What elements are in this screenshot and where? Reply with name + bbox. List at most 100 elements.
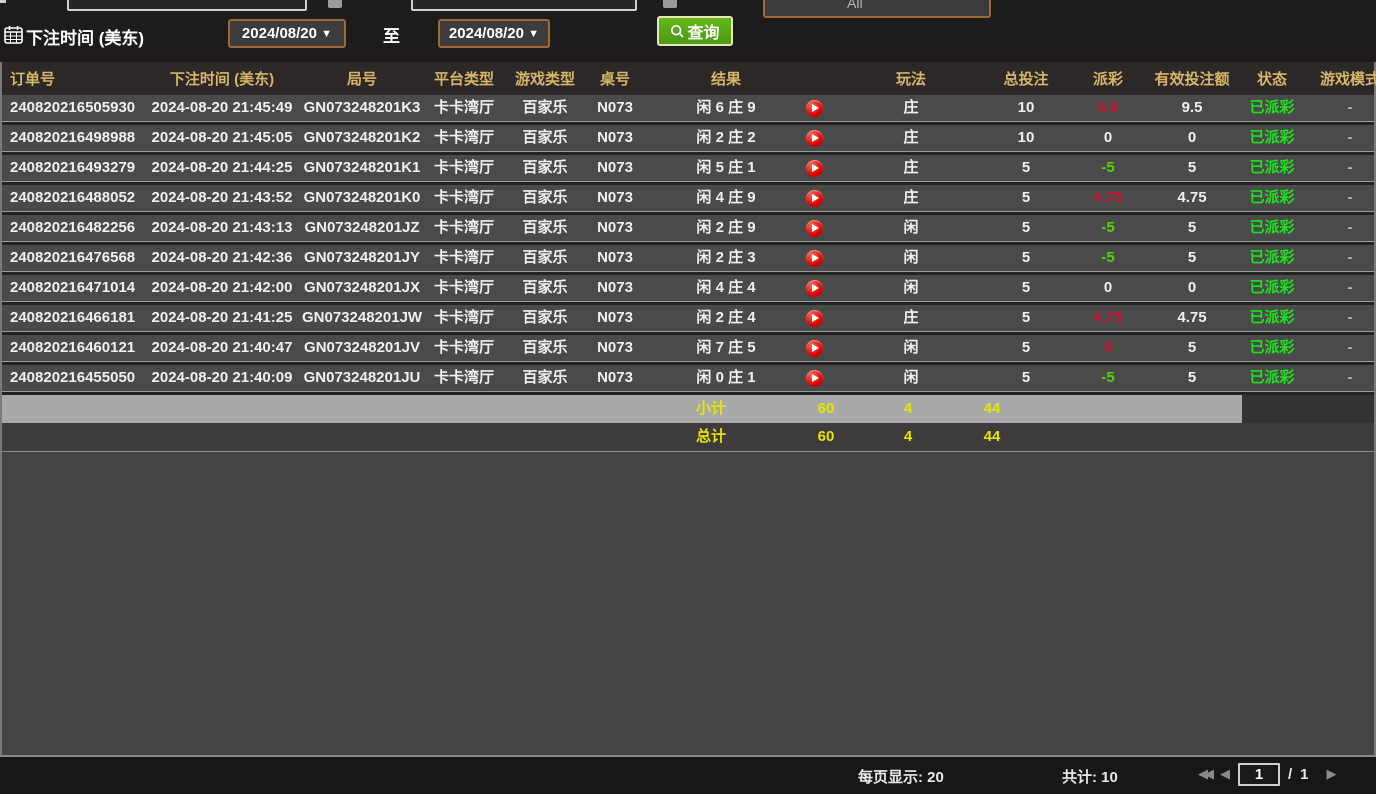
platform-type: 卡卡湾厅 (422, 335, 506, 361)
total-bet: 5 (976, 275, 1076, 301)
valid-bet: 0 (1140, 275, 1244, 301)
result-text: 闲 2 庄 4 (646, 305, 806, 331)
play-type: 庄 (846, 185, 976, 211)
payout: -5 (1076, 155, 1140, 181)
status-badge: 已派彩 (1244, 185, 1300, 211)
play-type: 闲 (846, 215, 976, 241)
total-bet: 5 (976, 245, 1076, 271)
table-row[interactable]: 240820216488052 2024-08-20 21:43:52 GN07… (2, 185, 1374, 215)
first-page-icon[interactable]: ◀◀ (1198, 762, 1210, 786)
search-icon (670, 24, 685, 39)
filter-input-2[interactable] (411, 0, 637, 11)
payout: -5 (1076, 245, 1140, 271)
result-text: 闲 6 庄 9 (646, 95, 806, 121)
valid-bet: 4.75 (1140, 305, 1244, 331)
play-video-icon[interactable] (806, 130, 823, 147)
valid-bet: 5 (1140, 215, 1244, 241)
result-text: 闲 0 庄 1 (646, 365, 806, 391)
order-number: 240820216460121 (2, 335, 142, 361)
subtotal-row: 小计 60 4 44 (2, 395, 1374, 423)
play-video-icon[interactable] (806, 160, 823, 177)
page-separator: / (1288, 766, 1292, 783)
play-video-icon[interactable] (806, 250, 823, 267)
bet-time: 2024-08-20 21:45:49 (142, 95, 302, 121)
play-video-icon[interactable] (806, 340, 823, 357)
round-number: GN073248201JY (302, 245, 422, 271)
status-badge: 已派彩 (1244, 155, 1300, 181)
query-button[interactable]: 查询 (657, 16, 733, 46)
total-total-bet: 60 (776, 424, 876, 450)
game-mode: - (1300, 95, 1376, 121)
play-video-icon[interactable] (806, 370, 823, 387)
table-number: N073 (584, 245, 646, 271)
prev-page-icon[interactable]: ◀ (1220, 762, 1230, 786)
column-header-3: 平台类型 (422, 68, 506, 89)
table-row[interactable]: 240820216476568 2024-08-20 21:42:36 GN07… (2, 245, 1374, 275)
platform-type: 卡卡湾厅 (422, 95, 506, 121)
table-row[interactable]: 240820216466181 2024-08-20 21:41:25 GN07… (2, 305, 1374, 335)
table-number: N073 (584, 185, 646, 211)
bet-time: 2024-08-20 21:42:00 (142, 275, 302, 301)
play-video-icon[interactable] (806, 100, 823, 117)
total-payout: 4 (876, 424, 940, 450)
table-number: N073 (584, 335, 646, 361)
page-number-input[interactable] (1238, 763, 1280, 786)
table-row[interactable]: 240820216455050 2024-08-20 21:40:09 GN07… (2, 365, 1374, 395)
bet-time: 2024-08-20 21:42:36 (142, 245, 302, 271)
column-header-6: 结果 (646, 68, 846, 89)
filter-input-1[interactable] (67, 0, 307, 11)
play-video-icon[interactable] (806, 310, 823, 327)
calendar-icon (4, 25, 23, 49)
bet-time: 2024-08-20 21:45:05 (142, 125, 302, 151)
table-row[interactable]: 240820216493279 2024-08-20 21:44:25 GN07… (2, 155, 1374, 185)
next-page-icon[interactable]: ▶ (1327, 762, 1337, 786)
chevron-down-icon: ▼ (528, 28, 539, 40)
calendar-small-icon[interactable] (328, 0, 342, 8)
table-number: N073 (584, 365, 646, 391)
play-video-icon[interactable] (806, 220, 823, 237)
table-row[interactable]: 240820216460121 2024-08-20 21:40:47 GN07… (2, 335, 1374, 365)
play-video-icon[interactable] (806, 280, 823, 297)
result-text: 闲 4 庄 9 (646, 185, 806, 211)
column-header-2: 局号 (302, 68, 422, 89)
column-header-1: 下注时间 (美东) (142, 68, 302, 89)
game-mode: - (1300, 245, 1376, 271)
game-type: 百家乐 (506, 215, 584, 241)
column-header-12: 游戏模式 (1300, 68, 1376, 89)
table-row[interactable]: 240820216505930 2024-08-20 21:45:49 GN07… (2, 95, 1374, 125)
table-row[interactable]: 240820216471014 2024-08-20 21:42:00 GN07… (2, 275, 1374, 305)
bet-time: 2024-08-20 21:40:09 (142, 365, 302, 391)
order-number: 240820216498988 (2, 125, 142, 151)
round-number: GN073248201JX (302, 275, 422, 301)
result-text: 闲 5 庄 1 (646, 155, 806, 181)
game-mode: - (1300, 185, 1376, 211)
order-number: 240820216488052 (2, 185, 142, 211)
game-type: 百家乐 (506, 95, 584, 121)
status-badge: 已派彩 (1244, 275, 1300, 301)
game-type: 百家乐 (506, 245, 584, 271)
chevron-down-icon: ▼ (321, 28, 332, 40)
platform-type: 卡卡湾厅 (422, 185, 506, 211)
filter-dropdown[interactable]: All (763, 0, 991, 18)
date-to-select[interactable]: 2024/08/20 ▼ (438, 19, 550, 48)
subtotal-total-bet: 60 (776, 396, 876, 422)
round-number: GN073248201K3 (302, 95, 422, 121)
game-type: 百家乐 (506, 335, 584, 361)
play-type: 庄 (846, 305, 976, 331)
game-type: 百家乐 (506, 125, 584, 151)
date-from-select[interactable]: 2024/08/20 ▼ (228, 19, 346, 48)
play-video-icon[interactable] (806, 190, 823, 207)
status-badge: 已派彩 (1244, 95, 1300, 121)
pagination-bar: 每页显示: 20 共计: 10 ◀◀ ◀ / 1 ▶ (0, 757, 1376, 794)
table-row[interactable]: 240820216482256 2024-08-20 21:43:13 GN07… (2, 215, 1374, 245)
game-type: 百家乐 (506, 365, 584, 391)
calendar-small-icon[interactable] (663, 0, 677, 8)
valid-bet: 5 (1140, 155, 1244, 181)
table-row[interactable]: 240820216498988 2024-08-20 21:45:05 GN07… (2, 125, 1374, 155)
order-number: 240820216471014 (2, 275, 142, 301)
bet-time: 2024-08-20 21:41:25 (142, 305, 302, 331)
round-number: GN073248201K0 (302, 185, 422, 211)
bet-time: 2024-08-20 21:40:47 (142, 335, 302, 361)
payout: -5 (1076, 215, 1140, 241)
total-pages: 1 (1300, 766, 1308, 783)
